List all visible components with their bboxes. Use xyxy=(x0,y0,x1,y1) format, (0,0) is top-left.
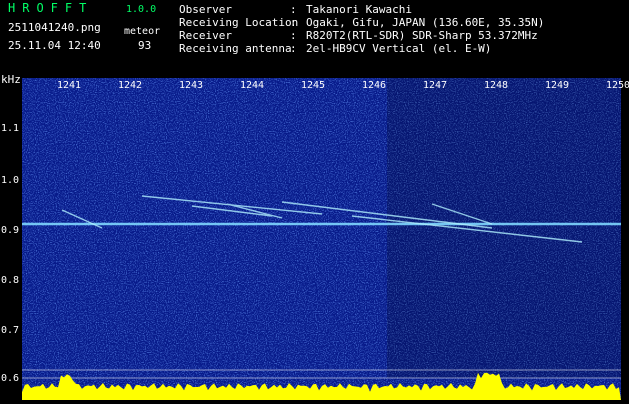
info-label-antenna: Receiving antenna xyxy=(179,42,292,55)
x-tick-label: 1243 xyxy=(179,80,204,91)
meteor-count: 93 xyxy=(138,39,152,52)
info-value-receiver: R820T2(RTL-SDR) SDR-Sharp 53.372MHz xyxy=(306,29,538,42)
y-tick-label: 1.1 xyxy=(1,123,20,134)
darker-band xyxy=(387,78,621,378)
x-tick-label: 1242 xyxy=(118,80,143,91)
info-label-location: Receiving Location xyxy=(179,16,299,29)
x-tick-label: 1248 xyxy=(484,80,509,91)
y-tick-label: 0.9 xyxy=(1,225,20,236)
info-value-location: Ogaki, Gifu, JAPAN (136.60E, 35.35N) xyxy=(306,16,545,29)
info-separator: : xyxy=(290,3,297,16)
info-separator: : xyxy=(290,16,297,29)
info-value-antenna: 2el-HB9CV Vertical (el. E-W) xyxy=(306,42,492,55)
x-tick-label: 1244 xyxy=(240,80,265,91)
y-tick-label: 0.6 xyxy=(1,373,20,384)
info-label-observer: Observer xyxy=(179,3,232,16)
app-version: 1.0.0 xyxy=(126,4,157,15)
x-tick-label: 1249 xyxy=(545,80,570,91)
x-tick-label: 1245 xyxy=(301,80,326,91)
spectrogram-canvas xyxy=(22,78,621,400)
x-tick-label: 1247 xyxy=(423,80,448,91)
app-title: HROFFT xyxy=(8,1,94,15)
x-tick-label: 1241 xyxy=(57,80,82,91)
header-panel: HROFFT 1.0.0 2511041240.png meteor 25.11… xyxy=(0,0,629,72)
y-tick-label: 0.8 xyxy=(1,275,20,286)
timestamp: 25.11.04 12:40 xyxy=(8,39,101,52)
info-separator: : xyxy=(290,29,297,42)
mode-label: meteor xyxy=(124,26,161,37)
info-label-receiver: Receiver xyxy=(179,29,232,42)
y-axis-unit: kHz xyxy=(1,73,21,86)
x-tick-label: 1246 xyxy=(362,80,387,91)
info-value-observer: Takanori Kawachi xyxy=(306,3,412,16)
y-tick-label: 1.0 xyxy=(1,175,20,186)
y-tick-label: 0.7 xyxy=(1,325,20,336)
info-separator: : xyxy=(290,42,297,55)
file-name: 2511041240.png xyxy=(8,21,101,34)
x-tick-label: 1250 xyxy=(606,80,629,91)
spectrogram xyxy=(22,78,621,400)
